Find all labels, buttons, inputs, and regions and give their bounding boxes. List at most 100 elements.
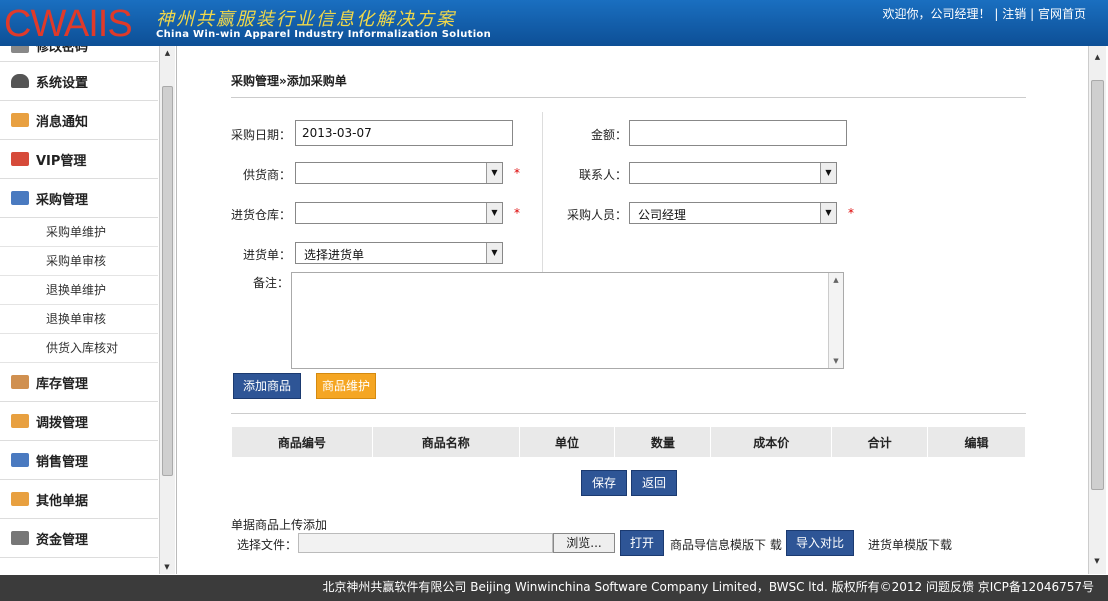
chevron-down-icon[interactable]: ▼ [486,163,502,183]
logout-link[interactable]: 注销 [1002,7,1026,21]
chevron-down-icon[interactable]: ▼ [486,243,502,263]
sidebar-subitem-purchase-audit[interactable]: 采购单审核 [0,247,158,276]
sidebar-item-label: 修改密码 [36,46,89,55]
sidebar-item-label: 调拨管理 [36,415,89,431]
goods-table: 商品编号 商品名称 单位 数量 成本价 合计 编辑 [231,426,1026,458]
supplier-label: 供货商： [242,168,291,182]
key-icon [11,46,29,53]
divider [231,97,1026,98]
scroll-thumb[interactable] [162,86,173,476]
envelope-icon [11,414,29,428]
goods-template-download-link[interactable]: 商品导信息模版下 载 [670,536,782,553]
column-header: 商品编号 [231,426,373,458]
sidebar-item-system-settings[interactable]: 系统设置 [0,62,158,101]
logo-chinese-title: 神州共赢服装行业信息化解决方案 [156,9,456,30]
calendar-icon [11,152,29,166]
add-goods-button[interactable]: 添加商品 [233,373,301,399]
sidebar-item-label: VIP管理 [36,153,87,169]
divider [231,413,1026,414]
contact-label: 联系人： [578,168,627,182]
sidebar-subitem-purchase-maint[interactable]: 采购单维护 [0,218,158,247]
logo: CWAIIS [4,3,133,45]
chevron-down-icon[interactable]: ▼ [820,163,836,183]
chevron-down-icon[interactable]: ▼ [820,203,836,223]
table-header-row: 商品编号 商品名称 单位 数量 成本价 合计 编辑 [231,426,1026,458]
home-link[interactable]: 官网首页 [1038,7,1086,21]
envelope-icon [11,492,29,506]
truck-icon [11,453,29,467]
note-textarea[interactable]: ▲ ▼ [291,272,844,369]
scroll-down-icon[interactable]: ▼ [829,354,843,368]
scroll-thumb[interactable] [1091,80,1104,490]
browse-button[interactable]: 浏览... [553,533,615,553]
scroll-up-icon[interactable]: ▲ [829,273,843,287]
footer: 北京神州共赢软件有限公司 Beijing Winwinchina Softwar… [0,575,1108,601]
sidebar-item-label: 其他单据 [36,493,89,509]
column-header: 编辑 [927,426,1026,458]
welcome-text: 欢迎你，公司经理！ [882,7,991,21]
separator: | [1030,7,1035,21]
purchase-date-input[interactable]: 2013-03-07 [295,120,513,146]
separator: | [994,7,999,21]
scroll-up-icon[interactable]: ▲ [160,46,175,60]
sidebar-item-change-password[interactable]: 修改密码 [0,46,158,62]
order-template-download-link[interactable]: 进货单模版下载 [868,536,952,553]
upload-title: 单据商品上传添加 [231,518,328,532]
textarea-scrollbar[interactable]: ▲ ▼ [828,273,843,368]
chevron-down-icon[interactable]: ▼ [486,203,502,223]
sidebar-item-label: 库存管理 [36,376,89,392]
sidebar-item-label: 销售管理 [36,454,89,470]
scroll-down-icon[interactable]: ▼ [1089,554,1105,568]
file-label: 选择文件： [237,538,298,552]
amount-input[interactable] [629,120,847,146]
sidebar-item-other-docs[interactable]: 其他单据 [0,480,158,519]
order-select[interactable]: 选择进货单 ▼ [295,242,503,264]
sidebar-item-funds[interactable]: 资金管理 [0,519,158,558]
column-header: 商品名称 [371,426,520,458]
column-header: 单位 [518,426,616,458]
main-content: 采购管理»添加采购单 采购日期： 2013-03-07 金额： 供货商： ▼ *… [181,46,1087,574]
purchase-date-label: 采购日期： [230,128,291,142]
scroll-down-icon[interactable]: ▼ [160,560,174,574]
sidebar-item-sales[interactable]: 销售管理 [0,441,158,480]
top-links: 欢迎你，公司经理！ | 注销 | 官网首页 [883,5,1086,22]
shield-icon [11,74,29,88]
sidebar-scrollbar[interactable]: ▲ ▼ [159,46,175,574]
sidebar-item-purchase[interactable]: 采购管理 [0,179,158,218]
sidebar-subitem-stock-check[interactable]: 供货入库核对 [0,334,158,363]
sidebar-item-label: 消息通知 [36,114,89,130]
open-button[interactable]: 打开 [620,530,664,556]
warehouse-select[interactable]: ▼ [295,202,503,224]
logo-english-title: China Win-win Apparel Industry Informali… [156,29,492,40]
buyer-select[interactable]: 公司经理 ▼ [629,202,837,224]
breadcrumb: 采购管理»添加采购单 [231,74,347,88]
sidebar-item-transfer[interactable]: 调拨管理 [0,402,158,441]
file-path-input[interactable] [298,533,553,553]
contact-select[interactable]: ▼ [629,162,837,184]
sidebar-subitem-return-maint[interactable]: 退换单维护 [0,276,158,305]
amount-label: 金额： [590,128,627,142]
column-header: 数量 [614,426,712,458]
note-label: 备注： [252,276,289,290]
sidebar-item-vip[interactable]: VIP管理 [0,140,158,179]
box-icon [11,375,29,389]
required-marker: * [848,206,854,220]
sidebar-item-inventory[interactable]: 库存管理 [0,363,158,402]
main-scrollbar[interactable]: ▲ ▼ [1088,46,1106,574]
sidebar: 修改密码 系统设置 消息通知 VIP管理 采购管理 采购单维护 采购单审核 退换… [0,46,177,574]
save-button[interactable]: 保存 [581,470,627,496]
sidebar-item-notifications[interactable]: 消息通知 [0,101,158,140]
import-compare-button[interactable]: 导入对比 [786,530,854,556]
goods-maintenance-button[interactable]: 商品维护 [316,373,376,399]
warehouse-label: 进货仓库： [230,208,291,222]
buyer-label: 采购人员： [566,208,627,222]
supplier-select[interactable]: ▼ [295,162,503,184]
required-marker: * [514,206,520,220]
required-marker: * [514,166,520,180]
back-button[interactable]: 返回 [631,470,677,496]
sidebar-item-label: 采购管理 [36,192,89,208]
scroll-up-icon[interactable]: ▲ [1089,50,1106,64]
column-header: 合计 [831,426,929,458]
column-header: 成本价 [710,426,833,458]
sidebar-subitem-return-audit[interactable]: 退换单审核 [0,305,158,334]
